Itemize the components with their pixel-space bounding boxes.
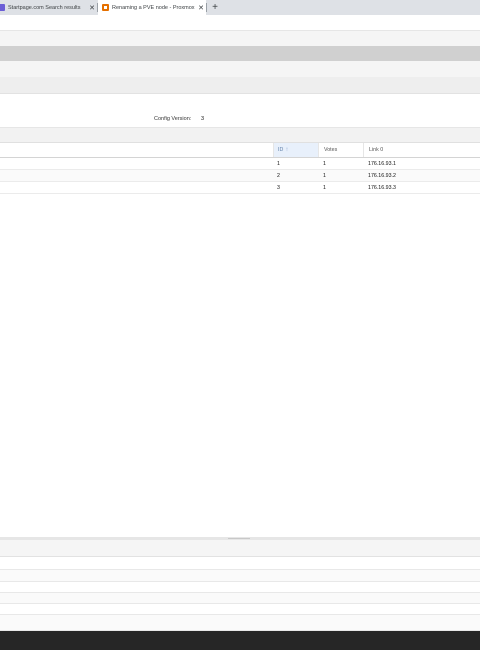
cell-votes: 1 <box>323 184 326 191</box>
list-item[interactable] <box>0 615 480 631</box>
tab-title: Renaming a PVE node - Proxmox <box>112 4 195 11</box>
config-version-label: Config Version: <box>154 116 192 122</box>
tab-separator <box>206 3 207 12</box>
cell-link0: 176.16.93.3 <box>368 184 396 191</box>
new-tab-button[interactable]: + <box>209 0 221 15</box>
config-version-value: 3 <box>201 116 205 122</box>
table-row[interactable]: 2 1 176.16.93.2 <box>0 170 480 182</box>
close-icon[interactable]: ✕ <box>87 4 97 12</box>
cell-link0: 176.16.93.1 <box>368 160 396 167</box>
grid-header-nodename[interactable] <box>0 143 273 157</box>
splitter-grip-icon[interactable] <box>228 538 250 539</box>
grid-header-id-label: ID <box>278 147 284 153</box>
table-row[interactable]: 1 1 176.16.93.1 <box>0 158 480 170</box>
startpage-favicon-icon <box>0 4 5 11</box>
cell-votes: 1 <box>323 160 326 167</box>
browser-tab-proxmox[interactable]: Renaming a PVE node - Proxmox ✕ <box>98 0 206 15</box>
app-header <box>0 31 480 46</box>
list-item[interactable] <box>0 557 480 570</box>
cell-nodename <box>0 182 273 193</box>
list-item[interactable] <box>0 593 480 604</box>
grid-header-votes[interactable]: Votes <box>318 143 363 157</box>
cell-id: 3 <box>277 184 280 191</box>
cluster-info-row <box>0 94 480 112</box>
list-item[interactable] <box>0 604 480 615</box>
cell-nodename <box>0 158 273 169</box>
browser-tab-strip: Startpage.com Search results ✕ Renaming … <box>0 0 480 15</box>
cell-id: 1 <box>277 160 280 167</box>
config-version-row: Config Version: 3 <box>0 111 480 128</box>
grid-header-link0[interactable]: Link 0 <box>363 143 480 157</box>
close-icon[interactable]: ✕ <box>196 4 206 12</box>
cell-id: 2 <box>277 172 280 179</box>
grid-header-id[interactable]: ID ↑ <box>273 143 318 157</box>
list-item[interactable] <box>0 582 480 593</box>
proxmox-favicon-icon <box>102 4 109 11</box>
panel-title-bar <box>0 46 480 61</box>
sort-ascending-icon: ↑ <box>285 147 289 153</box>
browser-tab-startpage[interactable]: Startpage.com Search results ✕ <box>0 0 97 15</box>
cell-nodename <box>0 170 273 181</box>
tab-title: Startpage.com Search results <box>8 4 81 11</box>
cluster-info-header <box>0 77 480 94</box>
browser-toolbar <box>0 15 480 31</box>
os-taskbar <box>0 631 480 650</box>
table-row[interactable]: 3 1 176.16.93.3 <box>0 182 480 194</box>
panel-toolbar <box>0 61 480 77</box>
cell-votes: 1 <box>323 172 326 179</box>
cluster-nodes-grid: ID ↑ Votes Link 0 1 1 176.16.93.1 2 1 17… <box>0 143 480 194</box>
cell-link0: 176.16.93.2 <box>368 172 396 179</box>
cluster-nodes-header <box>0 128 480 143</box>
task-log-header <box>0 540 480 557</box>
list-item[interactable] <box>0 570 480 582</box>
grid-header-row: ID ↑ Votes Link 0 <box>0 143 480 158</box>
